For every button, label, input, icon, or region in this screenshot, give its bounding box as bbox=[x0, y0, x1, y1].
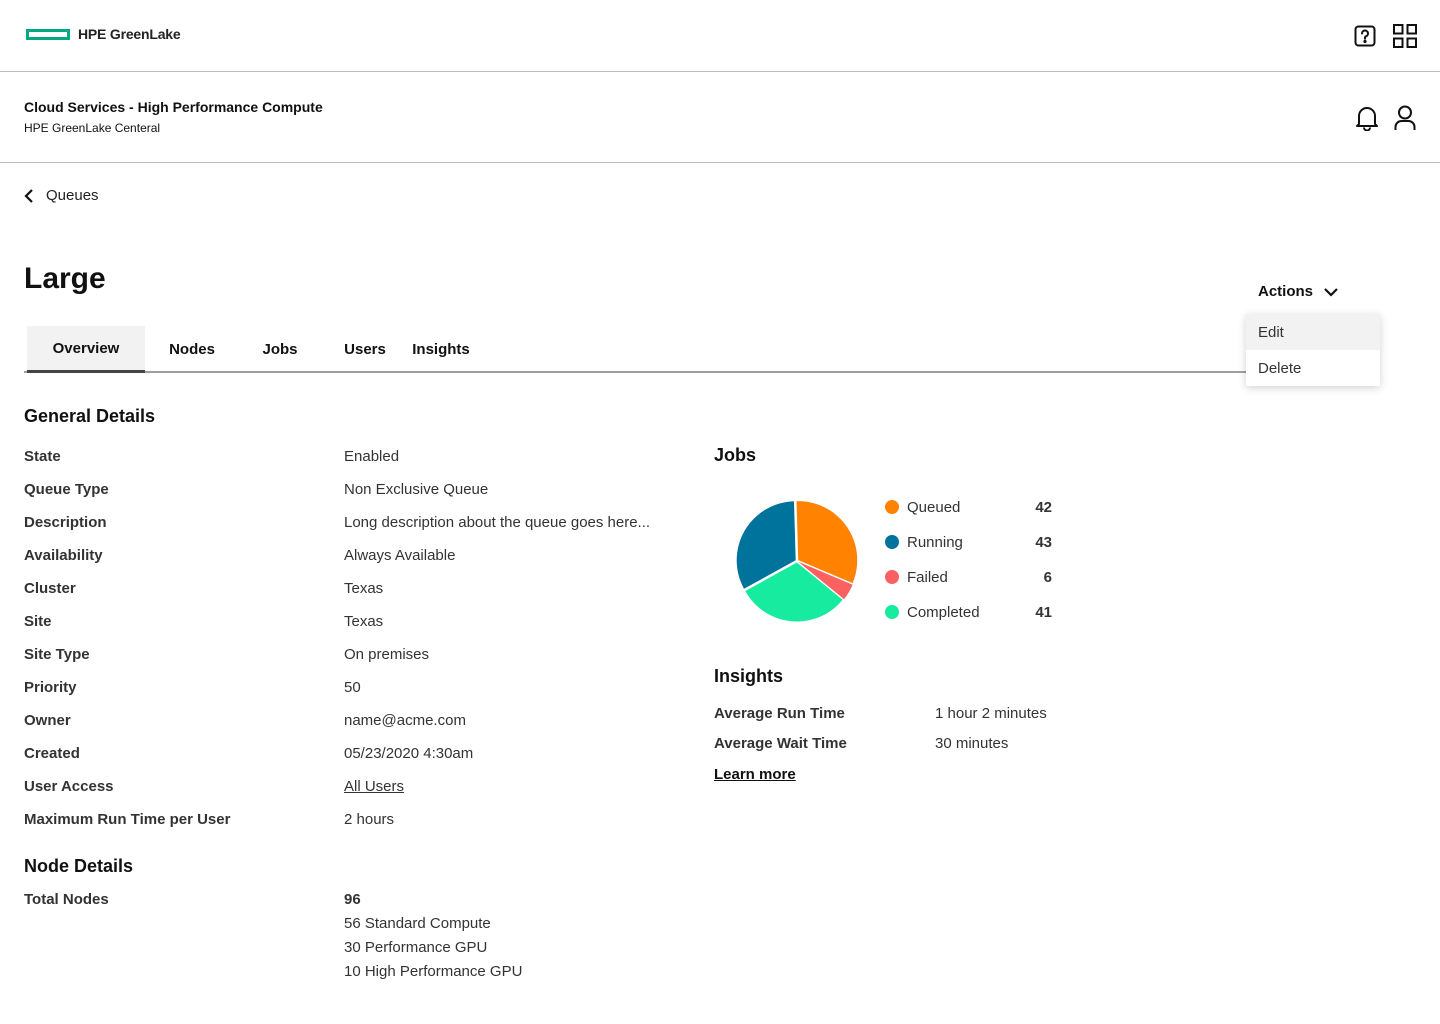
menu-item-delete[interactable]: Delete bbox=[1246, 350, 1380, 386]
detail-row-cluster: Cluster Texas bbox=[24, 580, 684, 600]
detail-label: Created bbox=[24, 745, 80, 762]
user-icon[interactable] bbox=[1392, 104, 1418, 132]
detail-label: Queue Type bbox=[24, 481, 109, 498]
detail-value: Long description about the queue goes he… bbox=[344, 514, 651, 531]
detail-label: State bbox=[24, 448, 61, 465]
node-breakdown-item: 10 High Performance GPU bbox=[344, 963, 523, 980]
detail-row-description: Description Long description about the q… bbox=[24, 514, 684, 534]
detail-label: Maximum Run Time per User bbox=[24, 811, 231, 828]
detail-row-queue-type: Queue Type Non Exclusive Queue bbox=[24, 481, 684, 501]
detail-label: Owner bbox=[24, 712, 71, 729]
legend-item-queued: Queued 42 bbox=[885, 497, 1055, 517]
back-label: Queues bbox=[46, 187, 99, 204]
insight-value: 30 minutes bbox=[935, 735, 1009, 752]
chevron-down-icon bbox=[1324, 287, 1338, 297]
detail-label: Availability bbox=[24, 547, 103, 564]
service-bar: Cloud Services - High Performance Comput… bbox=[0, 72, 1440, 163]
legend-item-failed: Failed 6 bbox=[885, 567, 1055, 587]
detail-value: 2 hours bbox=[344, 811, 395, 828]
page-title: Large bbox=[24, 262, 106, 295]
learn-more-link[interactable]: Learn more bbox=[714, 766, 796, 783]
detail-value: Enabled bbox=[344, 448, 400, 465]
legend-count: 43 bbox=[1035, 533, 1052, 551]
tab-bar: Overview Nodes Jobs Users Insights bbox=[24, 326, 1246, 373]
jobs-pie-chart bbox=[736, 501, 858, 622]
detail-label: Description bbox=[24, 514, 107, 531]
detail-label: Cluster bbox=[24, 580, 76, 597]
detail-row-site-type: Site Type On premises bbox=[24, 646, 684, 666]
legend-label: Queued bbox=[907, 498, 961, 516]
tab-nodes[interactable]: Nodes bbox=[160, 326, 224, 373]
total-nodes-value: 96 bbox=[344, 891, 361, 908]
legend-count: 42 bbox=[1035, 498, 1052, 516]
detail-label: Site bbox=[24, 613, 52, 630]
help-icon[interactable] bbox=[1352, 22, 1378, 50]
chevron-left-icon bbox=[24, 188, 33, 203]
brand-name: HPE GreenLake bbox=[78, 26, 181, 42]
hpe-logo-icon bbox=[26, 28, 70, 40]
node-breakdown-item: 30 Performance GPU bbox=[344, 939, 488, 956]
brand[interactable]: HPE GreenLake bbox=[26, 26, 181, 42]
detail-value: On premises bbox=[344, 646, 430, 663]
legend-label: Running bbox=[907, 533, 963, 551]
legend-item-running: Running 43 bbox=[885, 532, 1055, 552]
insight-label: Average Run Time bbox=[714, 705, 845, 722]
legend-dot bbox=[885, 535, 899, 549]
legend-item-completed: Completed 41 bbox=[885, 602, 1055, 622]
detail-value: Always Available bbox=[344, 547, 456, 564]
actions-menu: Edit Delete bbox=[1246, 314, 1380, 386]
jobs-heading: Jobs bbox=[714, 445, 757, 465]
legend-label: Failed bbox=[907, 568, 948, 586]
detail-row-user-access: User Access All Users bbox=[24, 778, 684, 798]
actions-label: Actions bbox=[1258, 283, 1314, 300]
top-bar: HPE GreenLake bbox=[0, 0, 1440, 72]
detail-value: Texas bbox=[344, 580, 384, 597]
tab-insights[interactable]: Insights bbox=[406, 326, 476, 373]
detail-row-priority: Priority 50 bbox=[24, 679, 684, 699]
legend-label: Completed bbox=[907, 603, 980, 621]
detail-value: Non Exclusive Queue bbox=[344, 481, 489, 498]
general-details-heading: General Details bbox=[24, 406, 156, 426]
tab-jobs[interactable]: Jobs bbox=[254, 326, 306, 373]
insights-heading: Insights bbox=[714, 666, 784, 686]
detail-row-site: Site Texas bbox=[24, 613, 684, 633]
detail-label: Site Type bbox=[24, 646, 90, 663]
tab-overview[interactable]: Overview bbox=[27, 326, 145, 373]
legend-dot bbox=[885, 500, 899, 514]
legend-count: 6 bbox=[1043, 568, 1052, 586]
detail-row-total-nodes: Total Nodes 96 bbox=[24, 891, 684, 911]
detail-row-availability: Availability Always Available bbox=[24, 547, 684, 567]
detail-row-owner: Owner name@acme.com bbox=[24, 712, 684, 732]
detail-row-created: Created 05/23/2020 4:30am bbox=[24, 745, 684, 765]
insight-value: 1 hour 2 minutes bbox=[935, 705, 1047, 722]
back-to-queues-link[interactable]: Queues bbox=[24, 187, 99, 204]
app-grid-icon[interactable] bbox=[1392, 22, 1418, 50]
detail-label: Priority bbox=[24, 679, 77, 696]
actions-button[interactable]: Actions bbox=[1258, 283, 1339, 300]
insight-label: Average Wait Time bbox=[714, 735, 847, 752]
legend-dot bbox=[885, 570, 899, 584]
all-users-link[interactable]: All Users bbox=[344, 778, 404, 795]
detail-value: name@acme.com bbox=[344, 712, 466, 729]
detail-value: Texas bbox=[344, 613, 384, 630]
legend-count: 41 bbox=[1035, 603, 1052, 621]
insight-row-avg-run-time: Average Run Time 1 hour 2 minutes bbox=[714, 705, 1074, 725]
insight-row-avg-wait-time: Average Wait Time 30 minutes bbox=[714, 735, 1074, 755]
service-subtitle: HPE GreenLake Centeral bbox=[24, 121, 161, 135]
legend-dot bbox=[885, 605, 899, 619]
detail-row-max-run-time: Maximum Run Time per User 2 hours bbox=[24, 811, 684, 831]
notification-bell-icon[interactable] bbox=[1354, 104, 1380, 132]
detail-value: 50 bbox=[344, 679, 361, 696]
detail-value-container: All Users bbox=[344, 778, 404, 795]
detail-row-state: State Enabled bbox=[24, 448, 684, 468]
detail-label: User Access bbox=[24, 778, 114, 795]
detail-label: Total Nodes bbox=[24, 891, 109, 908]
detail-value: 05/23/2020 4:30am bbox=[344, 745, 474, 762]
menu-item-edit[interactable]: Edit bbox=[1246, 314, 1380, 350]
service-title: Cloud Services - High Performance Comput… bbox=[24, 99, 323, 115]
node-details-heading: Node Details bbox=[24, 856, 134, 876]
tab-users[interactable]: Users bbox=[336, 326, 394, 373]
node-breakdown-item: 56 Standard Compute bbox=[344, 915, 491, 932]
